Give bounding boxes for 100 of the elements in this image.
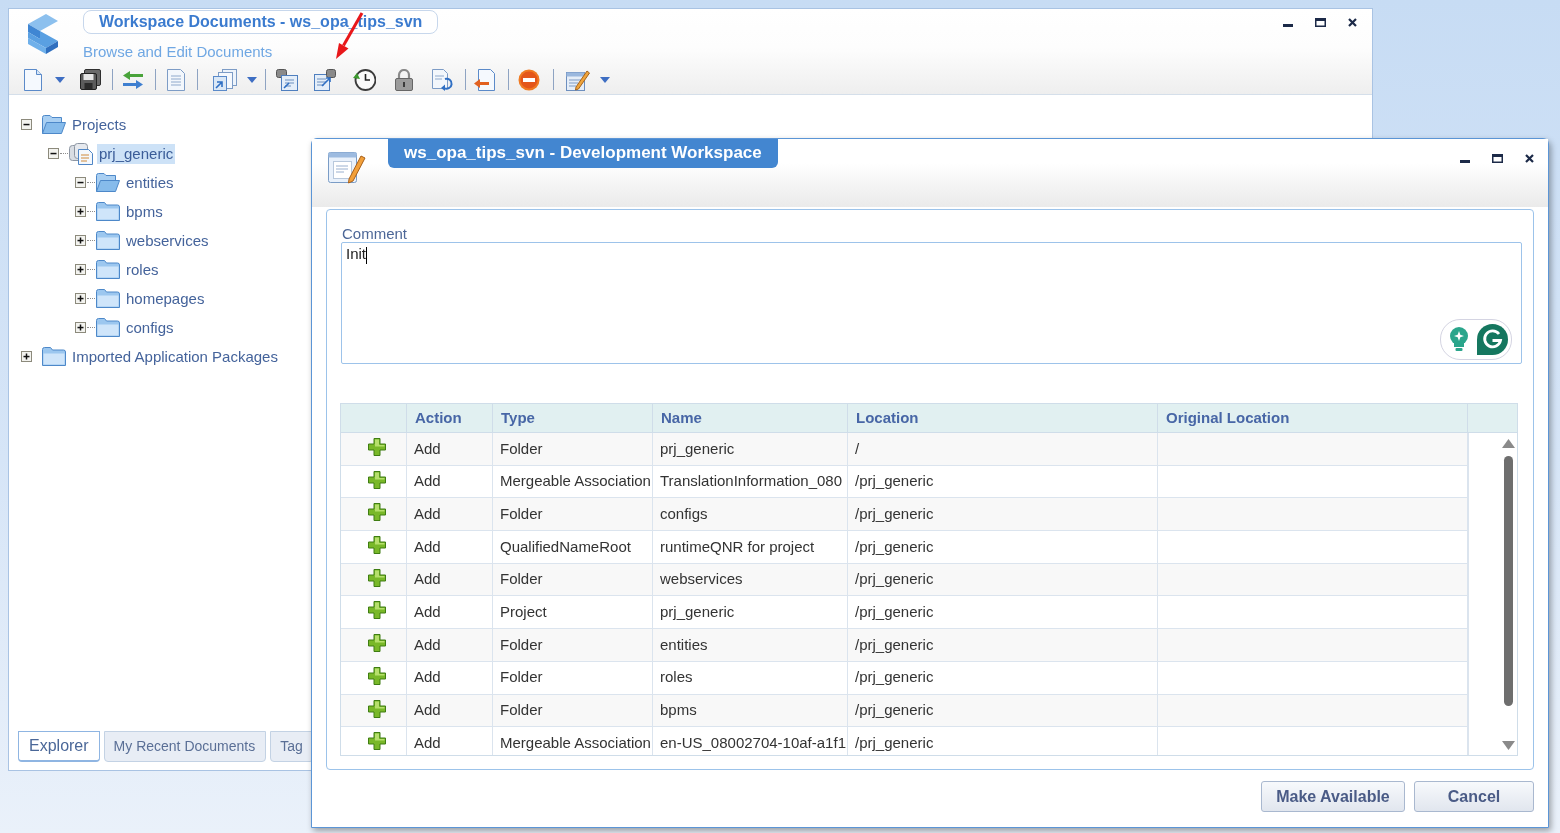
expand-icon[interactable] [75,293,86,304]
tree-item[interactable]: Imported Application Packages [70,346,280,367]
plus-icon [367,699,386,718]
table-cell: /prj_generic [848,498,1158,531]
folder-icon [96,318,120,337]
column-header: Original Location [1158,404,1468,432]
document-arrows-icon[interactable] [432,68,454,91]
table-cell: Add [407,629,493,661]
expand-icon[interactable] [75,264,86,275]
folder-icon [96,289,120,308]
document-database-icon[interactable] [276,68,298,91]
table-cell: Add [407,727,493,755]
table-cell: /prj_generic [848,563,1158,596]
table-cell: Add [407,563,493,596]
table-cell: Add [407,531,493,563]
column-header: Action [407,404,493,432]
caret-icon[interactable] [600,76,610,83]
logo-icon[interactable] [1477,324,1508,355]
column-header: Name [653,404,848,432]
table-cell: Folder [493,563,653,596]
tab[interactable]: Tag [270,731,314,762]
edit-form-icon[interactable] [566,68,590,91]
tree-item[interactable]: webservices [124,230,211,251]
document-export-icon[interactable] [314,68,336,91]
tree-item[interactable]: configs [124,317,176,338]
tab[interactable]: Explorer [18,731,100,762]
table-cell: Add [407,596,493,629]
swap-arrows-icon[interactable] [123,70,143,89]
table-cell: /prj_generic [848,531,1158,563]
document-arrow-icon[interactable] [474,68,496,91]
lightbulb-icon[interactable] [1449,326,1469,353]
close-icon[interactable] [1348,18,1357,27]
column-header: Type [493,404,653,432]
caret-icon[interactable] [55,76,65,83]
column-header: Location [848,404,1158,432]
plus-icon [367,732,386,751]
expand-icon[interactable] [21,351,32,362]
folder-icon [96,260,120,279]
tree-item[interactable]: roles [124,259,161,280]
make-available-button[interactable]: Make Available [1261,781,1405,812]
collapse-icon[interactable] [75,177,86,188]
table-cell: TranslationInformation_080 [653,465,848,498]
plus-icon [367,536,386,555]
table-cell: roles [653,661,848,694]
plus-icon [367,601,386,620]
expand-icon[interactable] [75,322,86,333]
collapse-icon[interactable] [48,148,59,159]
table-cell: Mergeable Association [493,465,653,498]
new-document-icon[interactable] [24,68,42,91]
table-cell: /prj_generic [848,661,1158,694]
plus-icon [367,666,386,685]
no-entry-icon[interactable] [518,68,540,91]
lock-icon[interactable] [395,68,413,91]
plus-icon [367,568,386,587]
table-cell: Add [407,433,493,465]
clock-icon[interactable] [353,68,376,91]
copy-documents-icon[interactable] [213,68,237,91]
table-cell: Folder [493,694,653,727]
table-cell: /prj_generic [848,596,1158,629]
table-cell: en-US_08002704-10af-a1f1 [653,727,848,755]
table-cell: entities [653,629,848,661]
table-cell: Folder [493,661,653,694]
open-folder-icon [96,173,120,192]
folder-icon [96,231,120,250]
dialog-title: ws_opa_tips_svn - Development Workspace [388,139,778,168]
plus-icon [367,503,386,522]
maximize-icon[interactable] [1492,154,1503,163]
caret-icon[interactable] [247,76,257,83]
plus-icon [367,438,386,456]
text-cursor-icon [366,246,367,264]
table-cell: Add [407,694,493,727]
tree-item[interactable]: homepages [124,288,207,309]
maximize-icon[interactable] [1315,18,1326,27]
expand-icon[interactable] [75,235,86,246]
save-icon[interactable] [80,69,101,90]
scrollbar[interactable] [1502,439,1515,750]
folder-icon [42,347,66,366]
tree-item[interactable]: bpms [124,201,165,222]
close-icon[interactable] [1525,154,1534,163]
tree-item[interactable]: prj_generic [97,143,176,164]
table-cell: Add [407,661,493,694]
table-cell: Mergeable Association [493,727,653,755]
table-cell: Folder [493,498,653,531]
table-cell: Project [493,596,653,629]
comment-field[interactable]: Init [341,242,1522,364]
table-cell: /prj_generic [848,465,1158,498]
table-cell: Add [407,498,493,531]
tree-item[interactable]: Projects [70,114,129,135]
logo-icon [28,14,58,54]
tree-item[interactable]: entities [124,172,176,193]
table-cell: / [848,433,1158,465]
table-cell: webservices [653,563,848,596]
expand-icon[interactable] [75,206,86,217]
tab[interactable]: My Recent Documents [103,731,267,762]
document-icon[interactable] [167,68,185,91]
table-cell: /prj_generic [848,727,1158,755]
folder-icon [96,202,120,221]
cancel-button[interactable]: Cancel [1414,781,1534,812]
table-cell: /prj_generic [848,629,1158,661]
collapse-icon[interactable] [21,119,32,130]
